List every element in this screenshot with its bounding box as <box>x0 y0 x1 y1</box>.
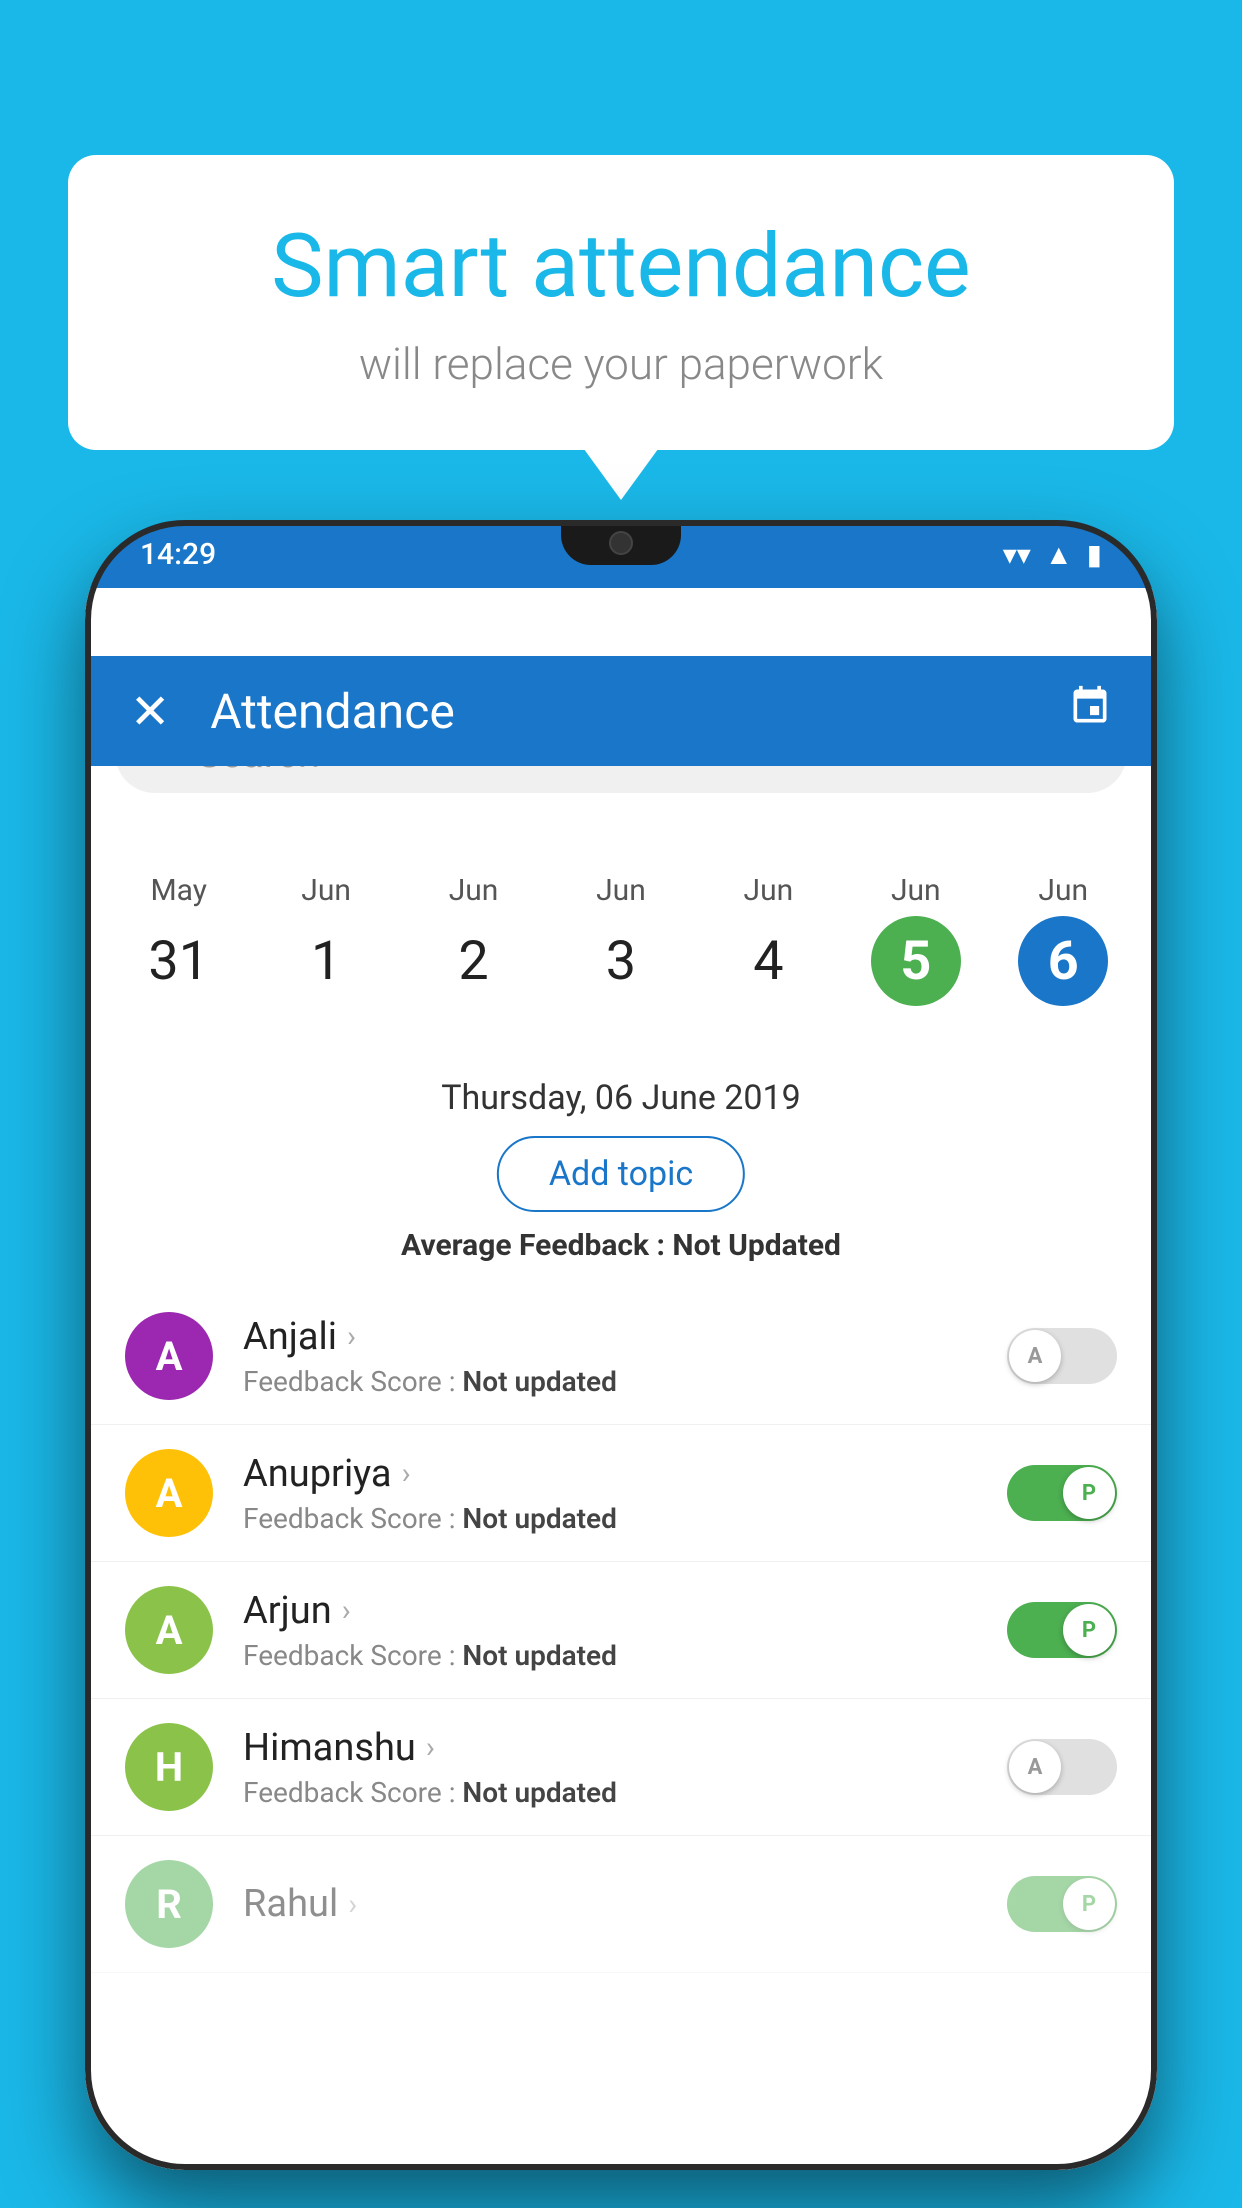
student-list: A Anjali › Feedback Score : Not updated … <box>85 1288 1157 2170</box>
cal-day-4[interactable]: Jun 4 <box>723 873 813 1006</box>
app-bar-title: Attendance <box>210 683 1068 740</box>
chevron-right-icon: › <box>347 1319 356 1354</box>
speech-bubble-container: Smart attendance will replace your paper… <box>68 155 1174 450</box>
avatar-arjun: A <box>125 1586 213 1674</box>
student-info-partial: Rahul › <box>243 1882 1007 1926</box>
student-name-anupriya: Anupriya › <box>243 1452 1007 1496</box>
toggle-partial[interactable]: P <box>1007 1876 1117 1932</box>
student-name-himanshu: Himanshu › <box>243 1726 1007 1770</box>
phone-notch <box>561 520 681 565</box>
chevron-right-icon: › <box>342 1593 351 1628</box>
status-time: 14:29 <box>140 537 216 572</box>
speech-bubble: Smart attendance will replace your paper… <box>68 155 1174 450</box>
student-item-partial[interactable]: R Rahul › P <box>85 1836 1157 1973</box>
cal-day-6[interactable]: Jun 6 <box>1018 873 1108 1006</box>
chevron-right-icon: › <box>426 1730 435 1765</box>
avg-feedback: Average Feedback : Not Updated <box>85 1228 1157 1263</box>
wifi-icon: ▾▾ <box>1003 538 1031 571</box>
signal-icon: ▲ <box>1045 538 1073 571</box>
close-button[interactable]: ✕ <box>130 683 170 740</box>
feedback-score-anjali: Feedback Score : Not updated <box>243 1365 1007 1398</box>
toggle-himanshu[interactable]: A <box>1007 1739 1117 1795</box>
cal-day-0[interactable]: May 31 <box>134 873 224 1006</box>
feedback-score-himanshu: Feedback Score : Not updated <box>243 1776 1007 1809</box>
student-name-arjun: Arjun › <box>243 1589 1007 1633</box>
student-info-arjun: Arjun › Feedback Score : Not updated <box>243 1589 1007 1672</box>
screen-content: ✕ Attendance Search <box>85 588 1157 2170</box>
student-info-anupriya: Anupriya › Feedback Score : Not updated <box>243 1452 1007 1535</box>
student-name-partial: Rahul › <box>243 1882 1007 1926</box>
toggle-arjun[interactable]: P <box>1007 1602 1117 1658</box>
calendar-strip: May 31 Jun 1 Jun 2 Jun 3 Jun 4 <box>85 873 1157 1006</box>
cal-day-2[interactable]: Jun 2 <box>429 873 519 1006</box>
toggle-anjali[interactable]: A <box>1007 1328 1117 1384</box>
student-item-himanshu[interactable]: H Himanshu › Feedback Score : Not update… <box>85 1699 1157 1836</box>
student-item-anupriya[interactable]: A Anupriya › Feedback Score : Not update… <box>85 1425 1157 1562</box>
cal-day-1[interactable]: Jun 1 <box>281 873 371 1006</box>
student-item-anjali[interactable]: A Anjali › Feedback Score : Not updated … <box>85 1288 1157 1425</box>
status-icons: ▾▾ ▲ ▮ <box>1003 538 1102 571</box>
speech-bubble-subtitle: will replace your paperwork <box>148 338 1094 390</box>
chevron-right-icon: › <box>402 1456 411 1491</box>
add-topic-button[interactable]: Add topic <box>497 1136 745 1212</box>
toggle-anupriya[interactable]: P <box>1007 1465 1117 1521</box>
cal-day-5[interactable]: Jun 5 <box>871 873 961 1006</box>
feedback-score-anupriya: Feedback Score : Not updated <box>243 1502 1007 1535</box>
phone-body: 14:29 ▾▾ ▲ ▮ ✕ Attendance <box>85 520 1157 2170</box>
speech-bubble-title: Smart attendance <box>148 215 1094 318</box>
student-name-anjali: Anjali › <box>243 1315 1007 1359</box>
student-info-anjali: Anjali › Feedback Score : Not updated <box>243 1315 1007 1398</box>
chevron-right-icon: › <box>348 1887 357 1922</box>
app-bar: ✕ Attendance <box>85 656 1157 766</box>
front-camera <box>609 531 633 555</box>
student-item-arjun[interactable]: A Arjun › Feedback Score : Not updated P <box>85 1562 1157 1699</box>
cal-day-3[interactable]: Jun 3 <box>576 873 666 1006</box>
feedback-score-arjun: Feedback Score : Not updated <box>243 1639 1007 1672</box>
selected-date-label: Thursday, 06 June 2019 <box>85 1078 1157 1118</box>
avatar-anupriya: A <box>125 1449 213 1537</box>
avatar-anjali: A <box>125 1312 213 1400</box>
avatar-partial: R <box>125 1860 213 1948</box>
phone-device: 14:29 ▾▾ ▲ ▮ ✕ Attendance <box>85 520 1157 2170</box>
student-info-himanshu: Himanshu › Feedback Score : Not updated <box>243 1726 1007 1809</box>
calendar-icon[interactable] <box>1068 684 1112 739</box>
avatar-himanshu: H <box>125 1723 213 1811</box>
battery-icon: ▮ <box>1087 538 1102 571</box>
